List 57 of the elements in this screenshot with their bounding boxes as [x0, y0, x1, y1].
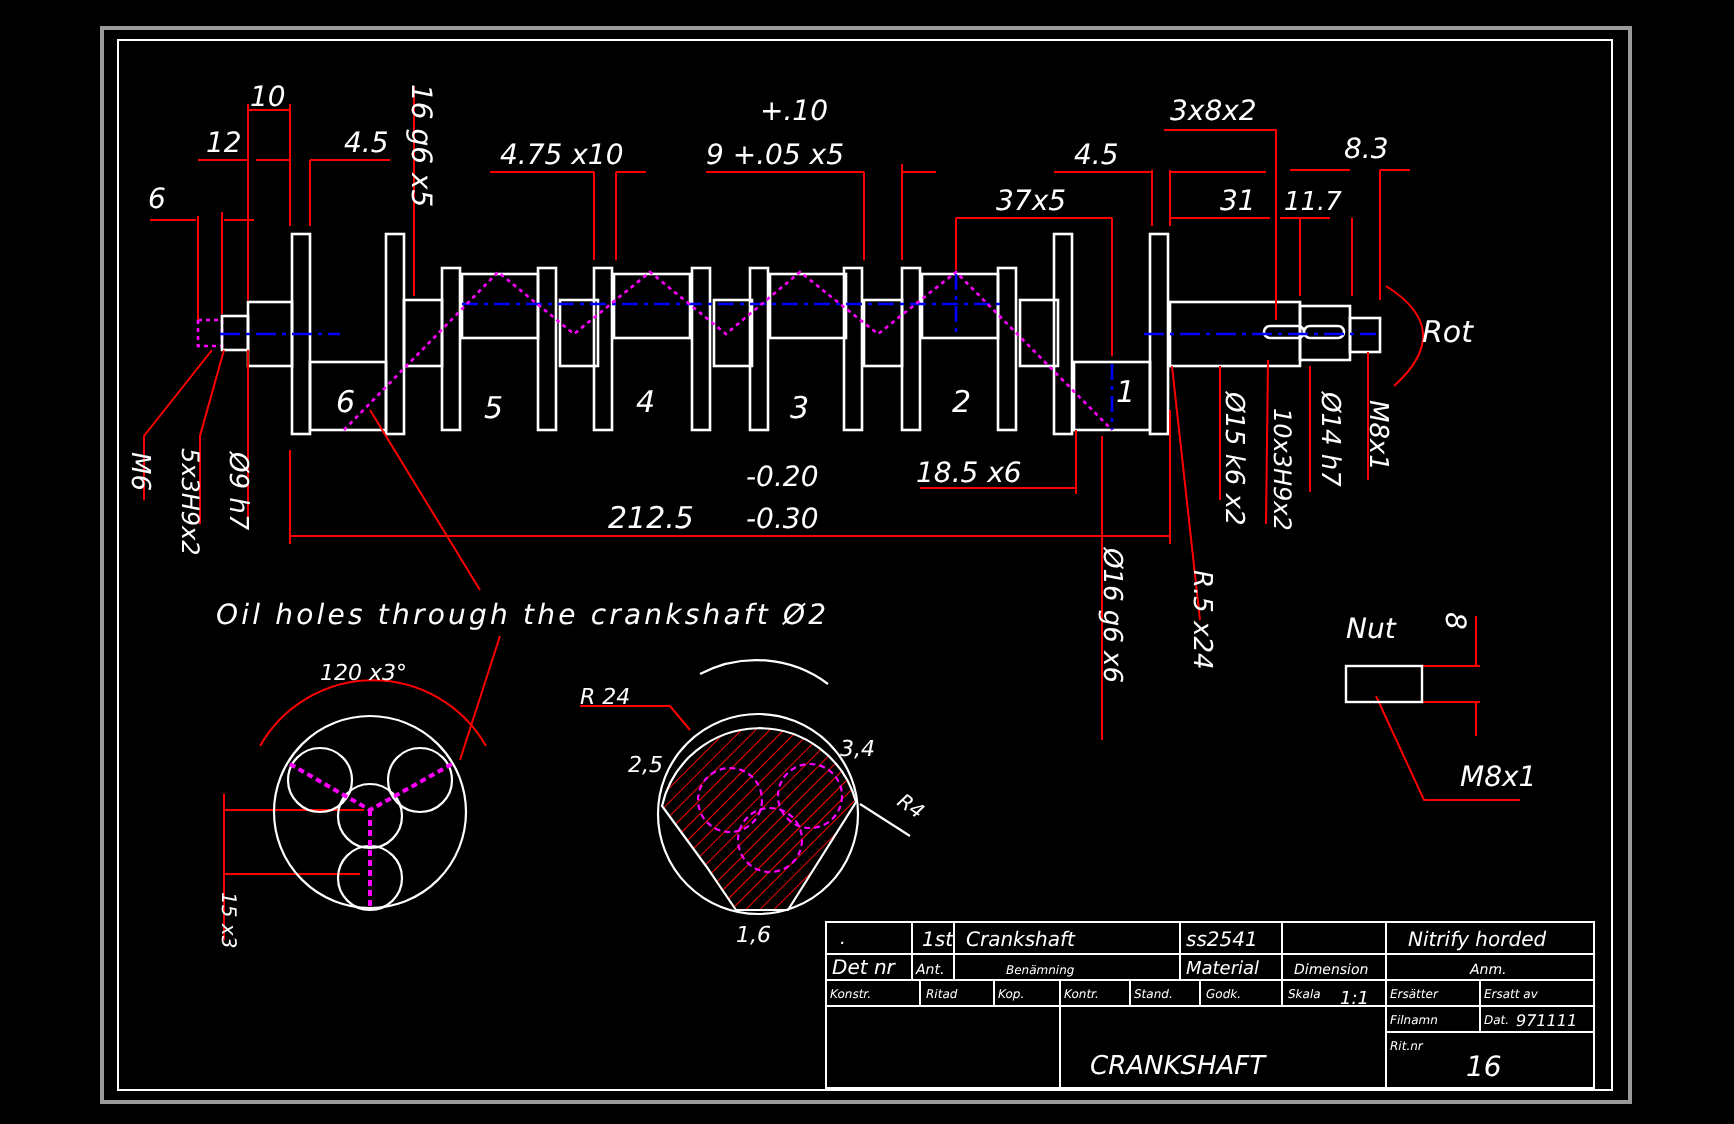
dimension-label: Ø9 h7	[222, 452, 252, 531]
title-block-text: ss2541	[1186, 930, 1258, 952]
dimension-label: 1,6	[736, 922, 771, 948]
title-block-text: Nitrify horded	[1408, 930, 1547, 952]
dimension-label: 120 x3°	[320, 660, 408, 686]
dimension-label: 4.5	[344, 128, 389, 160]
dimension-label: 16 g6 x5	[404, 84, 436, 208]
dimension-label: Ø14 h7	[1314, 392, 1344, 487]
throw-number: 4	[636, 384, 656, 420]
throw-number: 5	[484, 390, 504, 426]
dimension-label: 18.5 x6	[916, 458, 1022, 490]
dimension-label: 10	[250, 82, 286, 114]
title-block-text: 16	[1466, 1052, 1502, 1084]
title-block-text: Material	[1186, 960, 1260, 980]
nut-drawing	[1344, 664, 1424, 704]
dimension-label: 9 +.05 x5	[706, 140, 844, 172]
dimension-label: R.5 x24	[1186, 570, 1216, 670]
dimension-label: 8.3	[1344, 134, 1389, 166]
dimension-label: 37x5	[996, 186, 1067, 218]
dimension-label: 11.7	[1284, 188, 1342, 218]
dimension-label: 6	[148, 184, 166, 216]
dimension-label: 12	[206, 128, 242, 160]
title-block-text: Det nr	[832, 958, 895, 980]
throw-number: 1	[1116, 374, 1136, 410]
throw-number: 6	[336, 384, 356, 420]
title-block-text: Crankshaft	[966, 930, 1075, 952]
dimension-label: 212.5	[608, 500, 694, 536]
dimension-label: Ø15 k6 x2	[1218, 392, 1248, 526]
dimension-label: Rot	[1422, 314, 1473, 350]
dimension-label: 2,5	[628, 752, 663, 778]
dimension-label: -0.30	[746, 504, 819, 536]
oil-holes-note: Oil holes through the crankshaft Ø2	[216, 600, 830, 632]
dimension-label: +.10	[760, 96, 828, 128]
dimension-label: 5x3H9x2	[176, 448, 204, 556]
dimension-label: M6	[124, 452, 154, 491]
dimension-label: 4.5	[1074, 140, 1119, 172]
dimension-label: Nut	[1346, 614, 1396, 646]
dimension-label: 10x3H9x2	[1268, 408, 1296, 531]
throw-number: 3	[790, 390, 810, 426]
dimension-label: 3,4	[840, 736, 875, 762]
title-block-text: 1:1	[1340, 990, 1369, 1010]
title-block-text: 1st	[922, 930, 953, 952]
title-block-text: .	[840, 930, 846, 950]
dimension-label: -0.20	[746, 462, 819, 494]
dimension-label: 3x8x2	[1170, 96, 1257, 128]
title-block-text: 971111	[1516, 1012, 1578, 1030]
dimension-label: M8x1	[1362, 400, 1392, 471]
dimension-label: 31	[1220, 186, 1256, 218]
throw-number: 2	[952, 384, 972, 420]
dimension-label: 15 x3	[216, 892, 238, 949]
dimension-label: R 24	[580, 684, 631, 710]
dimension-label: R4	[892, 790, 927, 825]
dimension-label: Ø16 g6 x6	[1096, 548, 1126, 684]
dimension-label: 8	[1438, 612, 1470, 630]
title-block-text: CRANKSHAFT	[1090, 1052, 1266, 1082]
dimension-label: 4.75 x10	[500, 140, 624, 172]
dimension-label: M8x1	[1460, 762, 1537, 794]
